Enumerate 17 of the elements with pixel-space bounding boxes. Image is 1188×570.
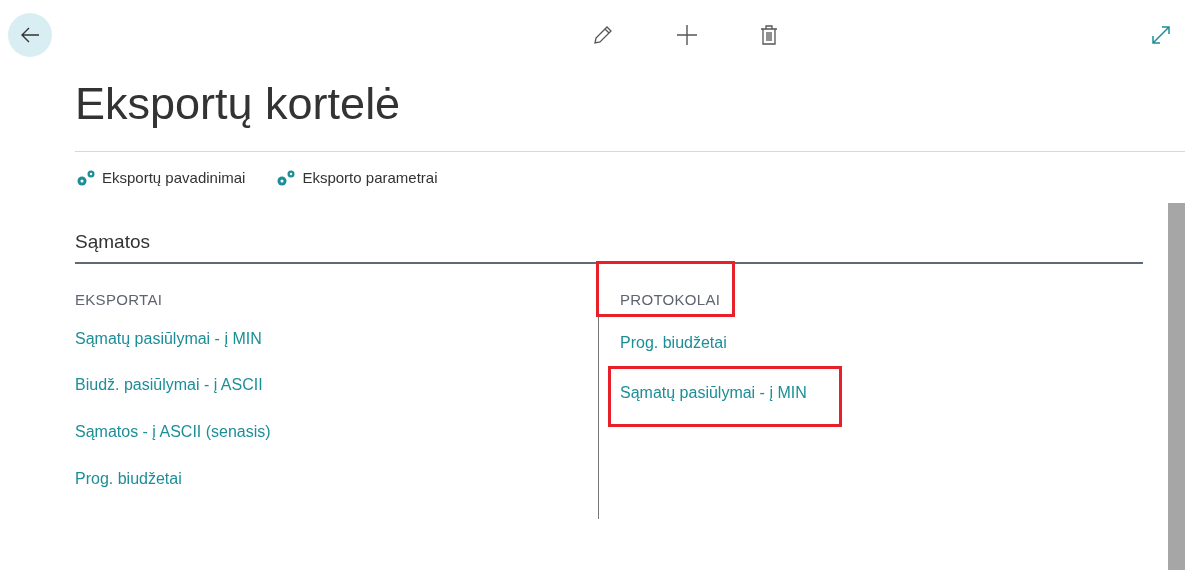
group-heading: EKSPORTAI: [75, 291, 163, 308]
link[interactable]: Sąmatų pasiūlymai - į MIN: [75, 329, 262, 348]
link[interactable]: Prog. biudžetai: [75, 470, 182, 489]
scrollbar[interactable]: [1168, 203, 1185, 570]
link[interactable]: Sąmatų pasiūlymai - į MIN: [620, 384, 807, 402]
section-title: Sąmatos: [75, 231, 1143, 264]
add-button[interactable]: [674, 22, 700, 48]
group-heading: PROTOKOLAI: [620, 291, 721, 308]
link[interactable]: Sąmatos - į ASCII (senasis): [75, 423, 271, 442]
action-button[interactable]: Eksportų pavadinimai: [75, 168, 246, 187]
delete-button[interactable]: [758, 22, 780, 48]
back-button[interactable]: [8, 13, 52, 57]
link[interactable]: Biudž. pasiūlymai - į ASCII: [75, 376, 263, 395]
back-arrow-icon: [20, 27, 40, 43]
link[interactable]: Prog. biudžetai: [620, 334, 727, 352]
page-title: Eksportų kortelė: [75, 78, 402, 131]
action-button[interactable]: Eksporto parametrai: [275, 168, 438, 187]
